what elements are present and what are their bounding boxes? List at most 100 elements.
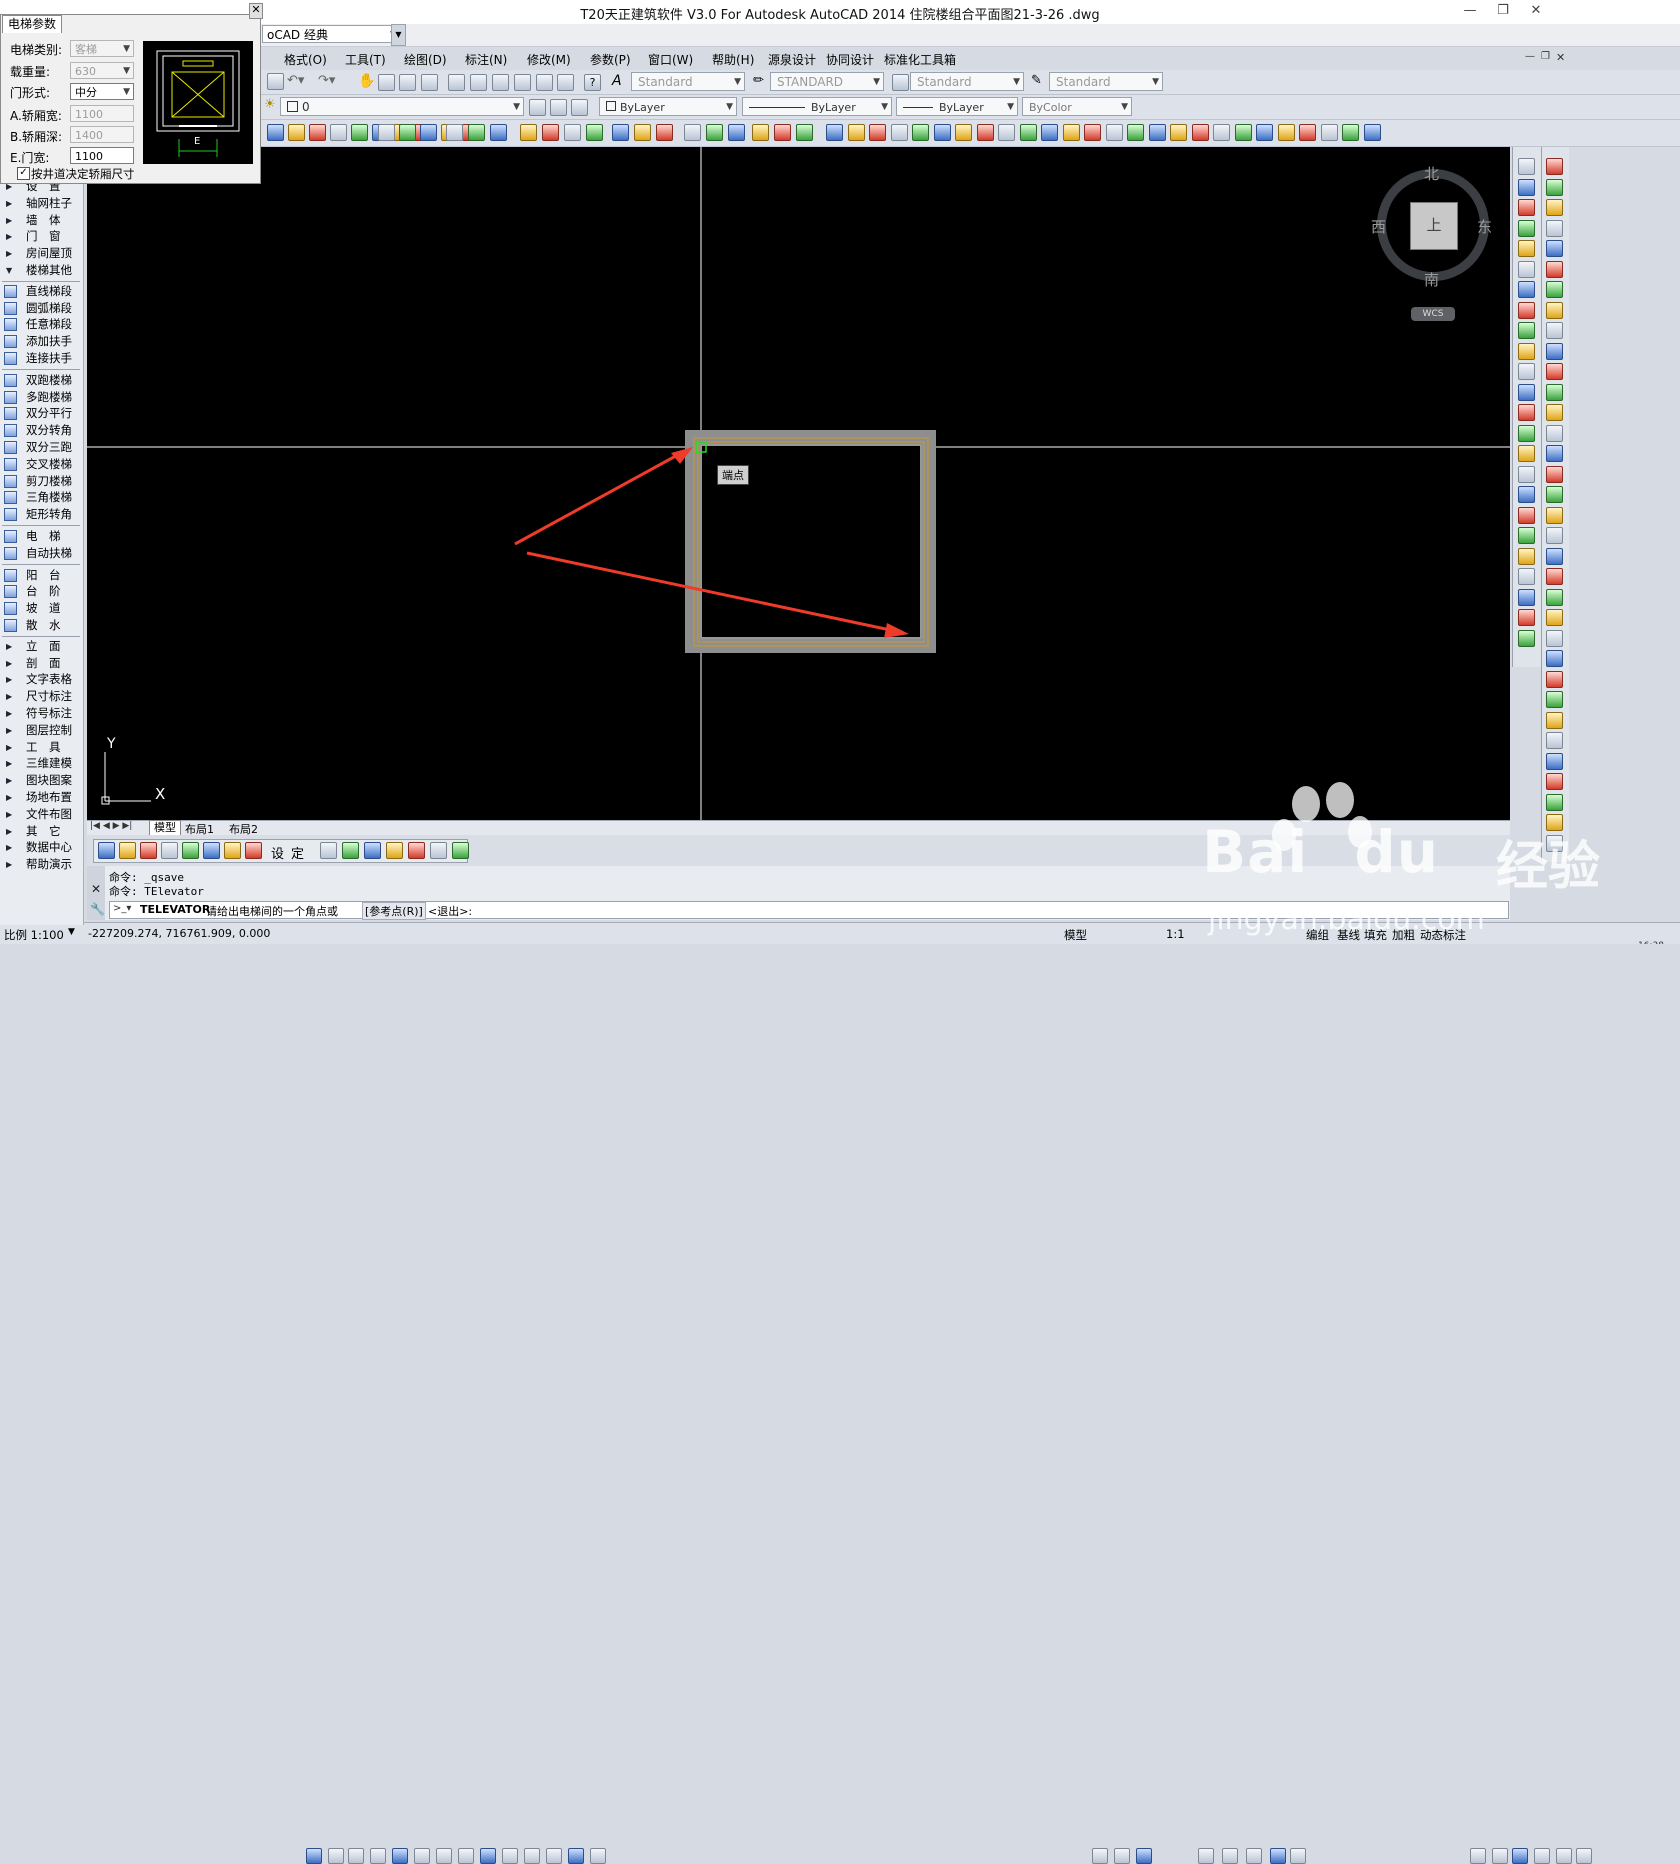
tool-25-icon[interactable] [706, 124, 723, 141]
screen-menu-item[interactable]: 双分三跑 [0, 439, 83, 456]
screen-menu-item[interactable]: ▶ 房间屋顶 [0, 245, 83, 262]
tool-17-icon[interactable] [520, 124, 537, 141]
viewcube-east[interactable]: 东 [1477, 216, 1492, 237]
calculator-icon[interactable] [557, 74, 574, 91]
fill-toggle[interactable]: 填充 [1364, 927, 1387, 943]
annotation-scale-select[interactable]: 1:1 [1166, 927, 1185, 941]
tool-39-icon[interactable] [998, 124, 1015, 141]
screen-menu-item[interactable]: 连接扶手 [0, 350, 83, 367]
modify-tool-15-icon[interactable] [1518, 445, 1535, 462]
tianzheng-right-tool-18-icon[interactable] [1546, 506, 1563, 524]
tool-48-icon[interactable] [1192, 124, 1209, 141]
tianzheng-right-tool-6-icon[interactable] [1546, 260, 1563, 278]
elevator-type-select[interactable]: 客梯 ▼ [70, 40, 134, 57]
tianzheng-right-tool-31-icon[interactable] [1546, 773, 1563, 790]
tool-33-icon[interactable] [869, 124, 886, 141]
screen-menu-item[interactable]: ▶ 工 具 [0, 739, 83, 756]
modify-tool-12-icon[interactable] [1518, 383, 1535, 401]
modify-tool-19-icon[interactable] [1518, 527, 1535, 544]
modify-tool-22-icon[interactable] [1518, 588, 1535, 606]
tool-15-icon[interactable] [468, 124, 485, 141]
group-toggle[interactable]: 编组 [1306, 927, 1329, 943]
modify-tool-24-icon[interactable] [1518, 629, 1535, 647]
screen-menu-item[interactable]: ▶ 立 面 [0, 638, 83, 655]
command-option-reference[interactable]: [参考点(R)] [362, 902, 426, 920]
status-toggle-26-icon[interactable] [1534, 1848, 1550, 1864]
settings-button-2[interactable]: 定 [291, 843, 304, 862]
plotstyle-select[interactable]: ByColor ▼ [1022, 97, 1132, 116]
tianzheng-right-tool-29-icon[interactable] [1546, 732, 1563, 749]
tianzheng-right-tool-19-icon[interactable] [1546, 527, 1563, 544]
viewcube-north[interactable]: 北 [1424, 163, 1439, 184]
tianzheng-tool-15-icon[interactable] [452, 842, 469, 859]
screen-menu-item[interactable]: 添加扶手 [0, 333, 83, 350]
coordinates-readout[interactable]: -227209.274, 716761.909, 0.000 [88, 927, 270, 940]
tool-53-icon[interactable] [1299, 124, 1316, 141]
status-toggle-8-icon[interactable] [458, 1848, 474, 1864]
sheet-set-icon[interactable] [514, 74, 531, 91]
tianzheng-right-tool-26-icon[interactable] [1546, 670, 1563, 688]
tianzheng-right-tool-2-icon[interactable] [1546, 178, 1563, 196]
modify-tool-16-icon[interactable] [1518, 465, 1535, 483]
screen-menu-item[interactable]: ▶ 轴网柱子 [0, 195, 83, 212]
status-toggle-20-icon[interactable] [1246, 1848, 1262, 1864]
maximize-button[interactable]: ❐ [1488, 2, 1518, 20]
tool-4-icon[interactable] [330, 124, 347, 141]
tianzheng-tool-13-icon[interactable] [408, 842, 425, 859]
screen-menu-item[interactable]: ▶ 场地布置 [0, 789, 83, 806]
status-toggle-11-icon[interactable] [524, 1848, 540, 1864]
modify-tool-11-icon[interactable] [1518, 363, 1535, 380]
car-width-input[interactable]: 1100 [70, 105, 134, 122]
tianzheng-right-tool-24-icon[interactable] [1546, 629, 1563, 647]
menu-window[interactable]: 窗口(W) [648, 51, 693, 68]
tianzheng-right-tool-21-icon[interactable] [1546, 568, 1563, 585]
screen-menu-item[interactable]: ▶ 图块图案 [0, 772, 83, 789]
screen-menu-item[interactable]: 电 梯 [0, 528, 83, 545]
tianzheng-right-tool-1-icon[interactable] [1546, 158, 1563, 175]
wcs-menu[interactable]: WCS [1411, 307, 1455, 321]
status-toggle-1-icon[interactable] [306, 1848, 322, 1864]
modify-tool-20-icon[interactable] [1518, 547, 1535, 565]
menu-tools[interactable]: 工具(T) [345, 51, 386, 68]
dialog-close-button[interactable]: ✕ [249, 3, 263, 19]
bold-toggle[interactable]: 加粗 [1392, 927, 1415, 943]
status-toggle-23-icon[interactable] [1470, 1848, 1486, 1864]
door-width-input[interactable]: 1100 [70, 147, 134, 164]
screen-menu-item[interactable]: 散 水 [0, 617, 83, 634]
modify-tool-9-icon[interactable] [1518, 322, 1535, 339]
tool-41-icon[interactable] [1041, 124, 1058, 141]
tianzheng-tool-2-icon[interactable] [119, 842, 136, 859]
modify-tool-7-icon[interactable] [1518, 281, 1535, 298]
menu-yuanquan[interactable]: 源泉设计 [768, 51, 816, 68]
status-toggle-12-icon[interactable] [546, 1848, 562, 1864]
door-type-select[interactable]: 中分 ▼ [70, 83, 134, 100]
screen-menu-item[interactable]: 台 阶 [0, 583, 83, 600]
modify-tool-1-icon[interactable] [1518, 158, 1535, 175]
tool-22-icon[interactable] [634, 124, 651, 141]
status-toggle-14-icon[interactable] [590, 1848, 606, 1864]
tianzheng-tool-14-icon[interactable] [430, 842, 447, 859]
zoom-realtime-icon[interactable] [378, 74, 395, 91]
screen-menu-item[interactable]: ▶ 尺寸标注 [0, 688, 83, 705]
tool-28-icon[interactable] [774, 124, 791, 141]
markup-icon[interactable] [536, 74, 553, 91]
workspace-select[interactable]: oCAD 经典 ▼ [262, 25, 402, 43]
screen-menu-item[interactable]: 剪刀楼梯 [0, 473, 83, 490]
tianzheng-right-tool-3-icon[interactable] [1546, 199, 1563, 216]
tool-30-icon[interactable] [796, 124, 813, 141]
menu-standard-toolbox[interactable]: 标准化工具箱 [884, 51, 956, 68]
status-toggle-19-icon[interactable] [1222, 1848, 1238, 1864]
linetype-select[interactable]: ByLayer ▼ [742, 97, 892, 116]
tianzheng-right-tool-23-icon[interactable] [1546, 609, 1563, 626]
close-button[interactable]: ✕ [1521, 2, 1551, 20]
tool-37-icon[interactable] [955, 124, 972, 141]
layer-select[interactable]: 0 ▼ [280, 97, 524, 116]
close-icon[interactable]: ✕ [91, 882, 101, 896]
tool-55-icon[interactable] [1342, 124, 1359, 141]
tool-10-icon[interactable] [399, 124, 416, 141]
tool-27-icon[interactable] [752, 124, 769, 141]
status-toggle-17-icon[interactable] [1136, 1848, 1152, 1864]
status-toggle-3-icon[interactable] [348, 1848, 364, 1864]
screen-menu-item[interactable]: ▶ 墙 体 [0, 212, 83, 229]
screen-menu-item[interactable]: 直线梯段 [0, 283, 83, 300]
